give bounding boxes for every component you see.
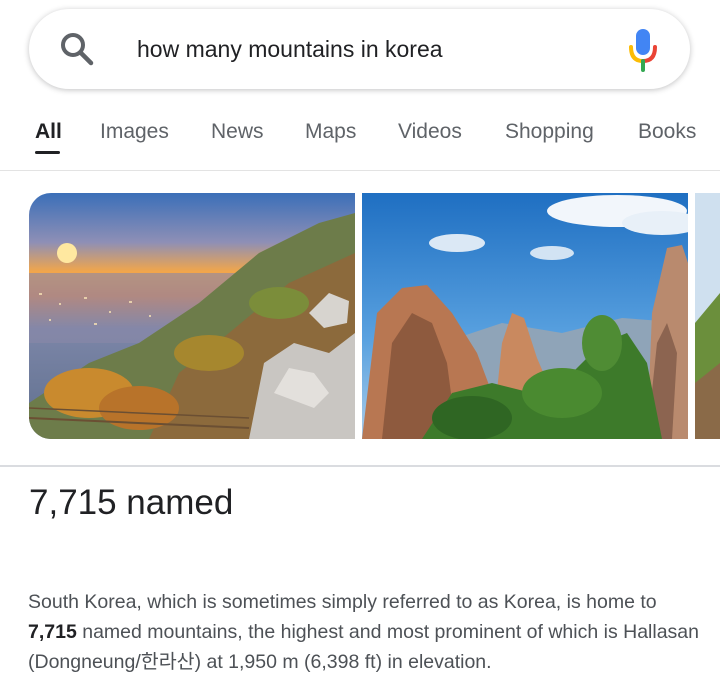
active-tab-indicator [35,151,60,154]
tab-videos[interactable]: Videos [398,118,462,146]
description-bold-count: 7,715 [28,621,77,643]
answer-description: South Korea, which is sometimes simply r… [28,587,708,677]
tabs-divider [0,170,720,171]
partial-mountain-image[interactable] [695,193,720,439]
tab-maps[interactable]: Maps [305,118,356,146]
search-icon[interactable] [59,31,95,67]
tab-images[interactable]: Images [100,118,169,146]
mountain-sunset-image[interactable] [29,193,355,439]
tab-news[interactable]: News [211,118,264,146]
tab-all[interactable]: All [35,118,62,146]
image-carousel[interactable] [0,193,720,439]
microphone-icon[interactable] [626,27,660,73]
description-text-before: South Korea, which is sometimes simply r… [28,591,657,613]
tab-shopping[interactable]: Shopping [505,118,594,146]
description-text-after: named mountains, the highest and most pr… [28,621,699,673]
search-input[interactable]: how many mountains in korea [137,33,443,65]
search-box[interactable]: how many mountains in korea [29,9,690,89]
tab-books[interactable]: Books [638,118,696,146]
rocky-peaks-image[interactable] [362,193,688,439]
section-divider [0,465,720,467]
featured-answer: 7,715 named [29,483,234,522]
search-tabs: All Images News Maps Videos Shopping Boo… [0,102,720,162]
